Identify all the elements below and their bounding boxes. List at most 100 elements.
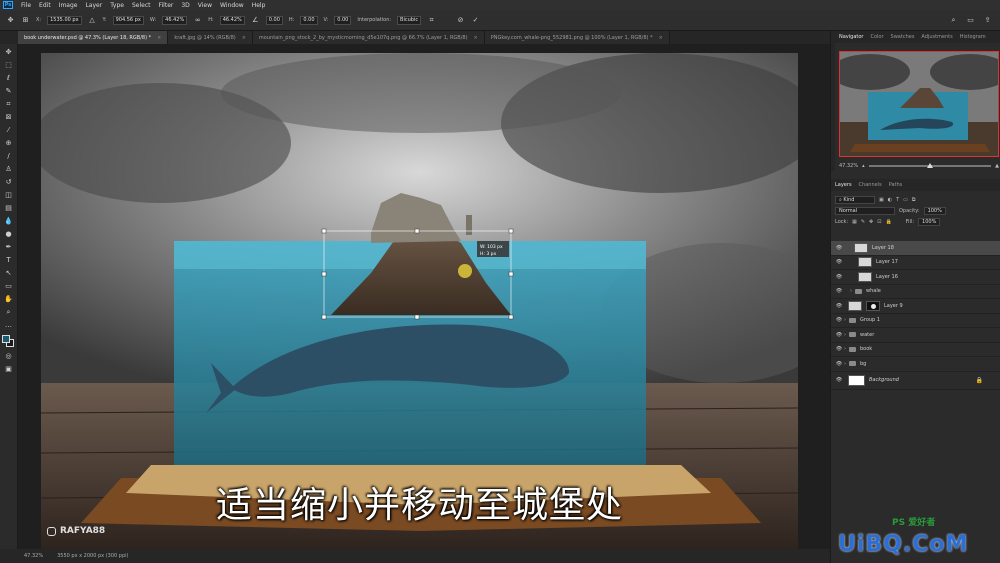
- fill-field[interactable]: 100%: [918, 217, 941, 226]
- close-icon[interactable]: ×: [157, 35, 161, 41]
- layer-name[interactable]: Layer 18: [872, 245, 894, 251]
- search-icon[interactable]: ⌕: [949, 16, 958, 25]
- chevron-right-icon[interactable]: ›: [844, 361, 846, 367]
- width-field[interactable]: 46.42%: [162, 15, 188, 25]
- chevron-right-icon[interactable]: ›: [844, 346, 846, 352]
- menu-help[interactable]: Help: [248, 2, 270, 9]
- layer-row-layer-17[interactable]: 👁 Layer 17: [831, 256, 1000, 270]
- tab-channels[interactable]: Channels: [859, 182, 882, 188]
- warp-icon[interactable]: ⌗: [427, 16, 436, 25]
- eyedropper-tool-icon[interactable]: ⁄: [3, 125, 15, 135]
- visibility-eye-icon[interactable]: 👁: [834, 274, 844, 280]
- layer-row-whale[interactable]: 👁 › whale: [831, 285, 1000, 299]
- type-tool-icon[interactable]: T: [3, 255, 15, 265]
- filter-smart-icon[interactable]: ⧉: [912, 197, 916, 203]
- layer-name[interactable]: Layer 9: [884, 303, 903, 309]
- transform-handle[interactable]: [321, 314, 327, 320]
- eraser-tool-icon[interactable]: ◫: [3, 190, 15, 200]
- layer-mask-thumbnail[interactable]: [866, 300, 880, 311]
- navigator-thumbnail[interactable]: [839, 51, 999, 157]
- history-brush-tool-icon[interactable]: ↺: [3, 177, 15, 187]
- layer-row-layer-16[interactable]: 👁 Layer 16: [831, 270, 1000, 285]
- interpolation-select[interactable]: Bicubic: [397, 15, 422, 25]
- status-zoom[interactable]: 47.32%: [24, 553, 43, 559]
- tab-color[interactable]: Color: [870, 34, 883, 40]
- tab-swatches[interactable]: Swatches: [891, 34, 915, 40]
- hand-tool-icon[interactable]: ✋: [3, 294, 15, 304]
- transform-handle[interactable]: [321, 228, 327, 234]
- y-field[interactable]: 904.56 px: [112, 15, 144, 25]
- workspace-icon[interactable]: ▭: [966, 16, 975, 25]
- layer-name[interactable]: bg: [860, 361, 866, 367]
- marquee-tool-icon[interactable]: ⬚: [3, 60, 15, 70]
- lock-pixels-icon[interactable]: ▦: [852, 219, 857, 225]
- gradient-tool-icon[interactable]: ▤: [3, 203, 15, 213]
- transform-handle[interactable]: [321, 271, 327, 277]
- angle-field[interactable]: 0.00: [265, 15, 283, 25]
- layer-row-layer-9[interactable]: 👁 Layer 9: [831, 299, 1000, 314]
- layer-filter-kind[interactable]: ⌕ Kind: [835, 195, 875, 204]
- zoom-in-icon[interactable]: ▲: [995, 163, 999, 169]
- zoom-slider-handle[interactable]: [927, 163, 934, 168]
- visibility-eye-icon[interactable]: 👁: [834, 288, 844, 294]
- navigator-zoom-slider[interactable]: [868, 163, 992, 168]
- layer-name[interactable]: book: [860, 346, 872, 352]
- cancel-transform-icon[interactable]: ⊘: [456, 16, 465, 25]
- tab-kraft[interactable]: kraft.jpg @ 14% (RGB/8) ×: [168, 31, 253, 44]
- filter-pixel-icon[interactable]: ▣: [879, 197, 884, 203]
- crop-tool-icon[interactable]: ⌗: [3, 99, 15, 109]
- shape-tool-icon[interactable]: ▭: [3, 281, 15, 291]
- layer-row-water[interactable]: 👁 › water: [831, 328, 1000, 343]
- chevron-right-icon[interactable]: ›: [844, 332, 846, 338]
- visibility-eye-icon[interactable]: 👁: [834, 245, 844, 251]
- reference-point-icon[interactable]: ⊞: [21, 16, 30, 25]
- screen-mode-icon[interactable]: ▣: [3, 364, 15, 374]
- close-icon[interactable]: ×: [474, 35, 478, 41]
- menu-type[interactable]: Type: [106, 2, 128, 9]
- visibility-eye-icon[interactable]: 👁: [834, 346, 844, 352]
- chevron-right-icon[interactable]: ›: [844, 317, 846, 323]
- transform-handle[interactable]: [414, 228, 420, 234]
- pen-tool-icon[interactable]: ✒: [3, 242, 15, 252]
- navigator-zoom-value[interactable]: 47.32%: [839, 163, 858, 169]
- filter-adjustment-icon[interactable]: ◐: [888, 197, 892, 203]
- menu-select[interactable]: Select: [128, 2, 155, 9]
- tab-book-underwater[interactable]: book underwater.psd @ 47.3% (Layer 18, R…: [18, 31, 169, 44]
- blend-mode-select[interactable]: Normal: [835, 206, 895, 215]
- menu-image[interactable]: Image: [55, 2, 82, 9]
- hskew-field[interactable]: 0.00: [300, 15, 318, 25]
- menu-filter[interactable]: Filter: [155, 2, 178, 9]
- layer-name[interactable]: Background: [869, 377, 899, 383]
- commit-transform-icon[interactable]: ✓: [471, 16, 480, 25]
- layer-row-book[interactable]: 👁 › book: [831, 343, 1000, 357]
- healing-brush-tool-icon[interactable]: ⊕: [3, 138, 15, 148]
- layer-name[interactable]: Group 1: [860, 317, 880, 323]
- blur-tool-icon[interactable]: 💧: [3, 216, 15, 226]
- share-icon[interactable]: ⇪: [983, 16, 992, 25]
- visibility-eye-icon[interactable]: 👁: [834, 317, 844, 323]
- document-canvas[interactable]: W: 103 px H: 3 px RAFYA88 适当缩小并移动至城堡处: [41, 53, 798, 549]
- color-swatches[interactable]: [2, 335, 15, 348]
- menu-window[interactable]: Window: [216, 2, 248, 9]
- vskew-field[interactable]: 0.00: [334, 15, 352, 25]
- tab-mountain[interactable]: mountain_png_stock_2_by_mysticmorning_d5…: [252, 31, 485, 44]
- close-icon[interactable]: ×: [659, 35, 663, 41]
- menu-3d[interactable]: 3D: [177, 2, 193, 9]
- tab-layers[interactable]: Layers: [835, 182, 852, 188]
- lock-artboard-icon[interactable]: ⊡: [877, 219, 881, 225]
- close-icon[interactable]: ×: [242, 35, 246, 41]
- menu-layer[interactable]: Layer: [81, 2, 106, 9]
- zoom-out-icon[interactable]: ▴: [862, 163, 865, 169]
- layer-row-background[interactable]: 👁 Background 🔒: [831, 372, 1000, 390]
- layer-row-bg[interactable]: 👁 › bg: [831, 357, 1000, 372]
- dodge-tool-icon[interactable]: ●: [3, 229, 15, 239]
- tab-histogram[interactable]: Histogram: [960, 34, 986, 40]
- visibility-eye-icon[interactable]: 👁: [834, 303, 844, 309]
- transform-handle[interactable]: [508, 314, 514, 320]
- transform-handle[interactable]: [414, 314, 420, 320]
- filter-type-icon[interactable]: T: [896, 197, 899, 203]
- move-tool-icon[interactable]: ✥: [3, 47, 15, 57]
- tab-adjustments[interactable]: Adjustments: [921, 34, 952, 40]
- tab-whale[interactable]: PNGkey.com_whale-png_552981.png @ 100% (…: [484, 31, 670, 44]
- link-icon[interactable]: ∞: [193, 16, 202, 25]
